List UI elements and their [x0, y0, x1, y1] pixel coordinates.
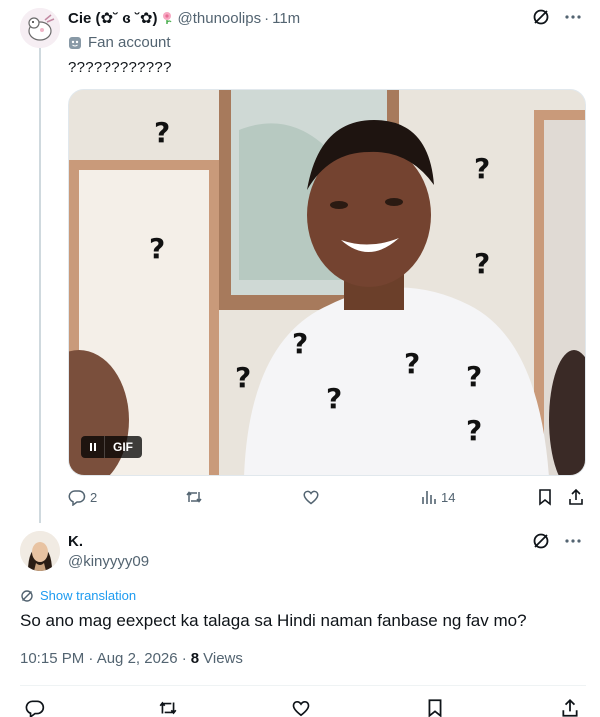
svg-text:?: ? — [154, 116, 170, 149]
share-button[interactable] — [560, 698, 580, 717]
fan-account-label: Fan account — [68, 34, 171, 51]
tweet-text: ???????????? — [68, 59, 172, 76]
like-icon — [303, 490, 319, 505]
svg-text:?: ? — [326, 382, 342, 415]
tweet-actions: 2 14 — [68, 488, 586, 508]
show-translation-text: Show translation — [40, 588, 137, 603]
more-icon[interactable] — [564, 532, 582, 550]
reply-icon — [25, 700, 45, 717]
like-button[interactable] — [291, 698, 311, 717]
svg-text:?: ? — [235, 361, 251, 394]
tweet-time[interactable]: 11m — [272, 10, 300, 27]
reply-actions — [20, 698, 586, 717]
tweet-top-actions — [532, 8, 582, 26]
views-button[interactable]: 14 — [419, 488, 455, 506]
thread-line — [39, 48, 41, 523]
reply-author-handle[interactable]: @kinyyyy09 — [68, 553, 149, 570]
reply-author-name[interactable]: K. — [68, 533, 83, 550]
share-icon — [562, 698, 578, 717]
reply-text: So ano mag eexpect ka talaga sa Hindi na… — [20, 611, 527, 630]
reply-views-label: Views — [203, 650, 243, 667]
grok-icon[interactable] — [532, 532, 550, 550]
share-icon — [569, 488, 583, 505]
views-count: 14 — [441, 489, 456, 505]
more-icon[interactable] — [564, 8, 582, 26]
author-handle[interactable]: @thunoolips — [177, 10, 261, 27]
retweet-icon — [186, 491, 202, 503]
svg-text:?: ? — [404, 347, 420, 380]
gif-media[interactable]: ? ? ? ? ? ? ? ? ? ? GIF — [68, 89, 586, 476]
share-button[interactable] — [567, 488, 585, 506]
avatar[interactable] — [20, 8, 60, 48]
svg-text:?: ? — [474, 152, 490, 185]
divider — [20, 685, 586, 686]
bookmark-button[interactable] — [425, 698, 445, 717]
gif-image: ? ? ? ? ? ? ? ? ? ? — [69, 90, 585, 475]
retweet-button[interactable] — [185, 488, 203, 506]
reply-top-actions — [532, 532, 582, 550]
reply-views-count: 8 — [190, 650, 200, 667]
reply-count: 2 — [90, 489, 98, 505]
svg-text:?: ? — [474, 247, 490, 280]
svg-text:?: ? — [292, 327, 308, 360]
bookmark-icon — [428, 699, 442, 717]
svg-text:?: ? — [149, 232, 165, 265]
separator: · — [264, 9, 270, 27]
reply-timestamp[interactable]: 10:15 PM · Aug 2, 2026 · — [20, 650, 187, 667]
pause-icon[interactable] — [81, 436, 105, 458]
like-button[interactable] — [302, 488, 320, 506]
svg-text:?: ? — [466, 414, 482, 447]
like-icon — [292, 700, 310, 717]
retweet-button[interactable] — [158, 698, 178, 717]
flower-emoji-icon — [163, 12, 173, 24]
retweet-icon — [159, 701, 177, 715]
reply-meta: 10:15 PM · Aug 2, 2026 · 8 Views — [20, 650, 243, 667]
gif-badge[interactable]: GIF — [81, 436, 142, 458]
reply-button[interactable]: 2 — [68, 488, 97, 506]
tweet-header: Cie (✿˘ ɞ ˘✿) @thunoolips · 11m — [68, 9, 300, 28]
show-translation-link[interactable]: Show translation — [20, 588, 136, 603]
bookmark-icon — [539, 489, 551, 506]
gif-label: GIF — [113, 440, 133, 454]
fan-account-icon — [69, 36, 81, 49]
reply-avatar-image — [20, 531, 60, 571]
avatar-illustration — [20, 8, 60, 48]
reply-button[interactable] — [25, 698, 45, 717]
fan-account-text: Fan account — [88, 34, 171, 51]
reply-icon — [68, 490, 86, 506]
svg-text:?: ? — [466, 360, 482, 393]
author-name[interactable]: Cie (✿˘ ɞ ˘✿) — [68, 9, 157, 27]
grok-icon[interactable] — [532, 8, 550, 26]
views-icon — [422, 491, 436, 504]
reply-avatar[interactable] — [20, 531, 60, 571]
translate-icon — [21, 589, 33, 602]
bookmark-button[interactable] — [536, 488, 554, 506]
